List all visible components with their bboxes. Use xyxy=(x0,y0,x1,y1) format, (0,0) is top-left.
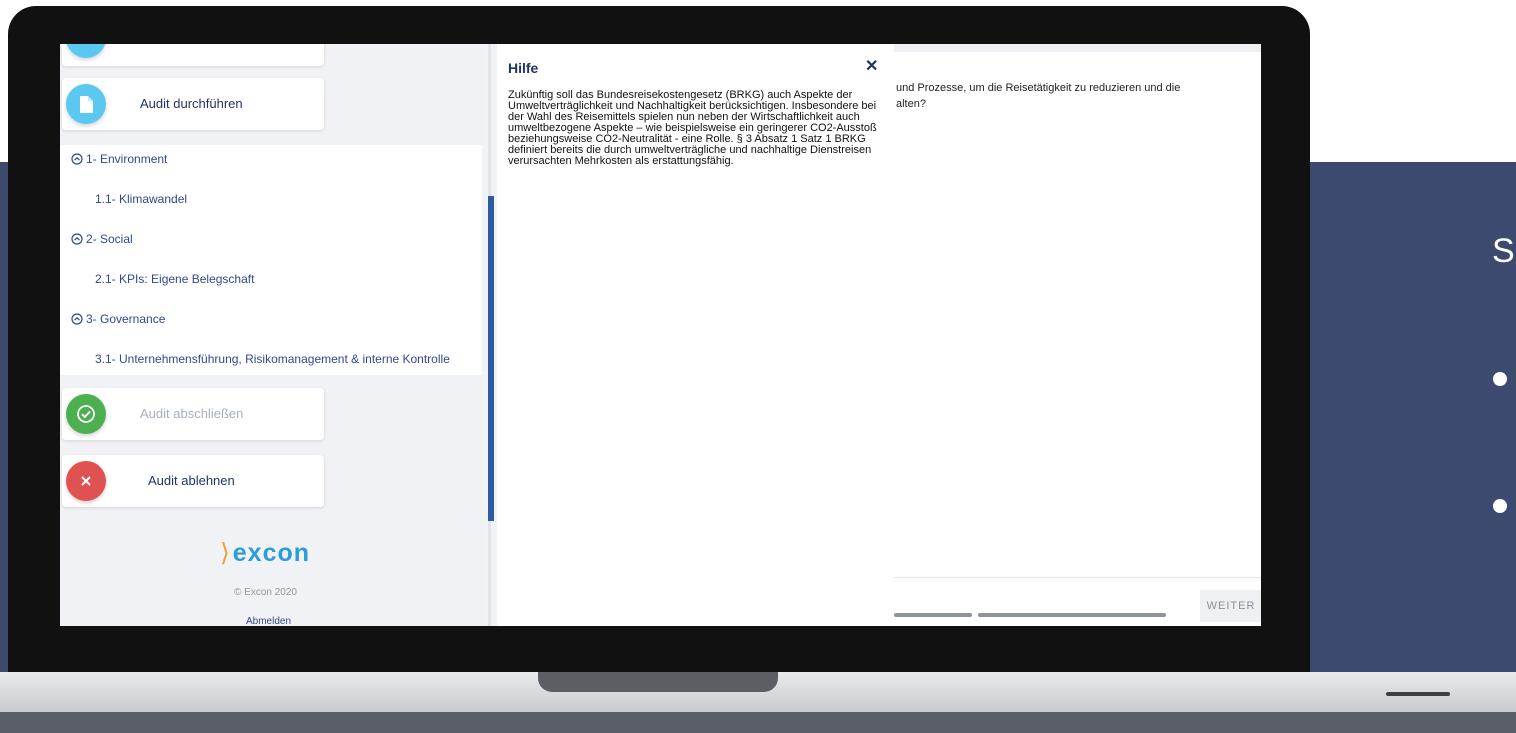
laptop-base-shadow xyxy=(0,712,1516,733)
chevron-up-icon xyxy=(71,153,83,165)
progress-segment xyxy=(978,613,1166,617)
tree-section-environment[interactable]: 1- Environment xyxy=(71,152,167,166)
help-text: Zukünftig soll das Bundesreisekostengese… xyxy=(508,89,877,167)
audit-durchfuehren-label: Audit durchführen xyxy=(140,96,243,111)
sidebar: Audit durchführen 1- Environment 1.1- Kl… xyxy=(60,44,485,626)
progress-segment xyxy=(894,613,972,617)
slide-heading-fragment: S xyxy=(1492,232,1515,270)
footer-divider xyxy=(894,577,1261,578)
copyright-text: © Excon 2020 xyxy=(234,587,297,598)
section-tree: 1- Environment 1.1- Klimawandel 2- Socia… xyxy=(60,145,482,375)
question-line: und Prozesse, um die Reisetätigkeit zu r… xyxy=(896,82,1181,94)
main-topbar xyxy=(894,44,1261,52)
tree-section-governance[interactable]: 3- Governance xyxy=(71,312,165,326)
tree-item-governance[interactable]: 3.1- Unternehmensführung, Risikomanageme… xyxy=(95,352,450,366)
audit-abschliessen-label: Audit abschließen xyxy=(140,406,244,421)
document-icon xyxy=(66,84,106,124)
laptop-screen: Audit durchführen 1- Environment 1.1- Kl… xyxy=(60,44,1261,626)
cross-icon xyxy=(66,461,106,501)
chevron-up-icon xyxy=(71,313,83,325)
audit-ablehnen-label: Audit ablehnen xyxy=(148,473,235,488)
laptop-slot xyxy=(1386,692,1450,696)
tree-section-label: 3- Governance xyxy=(86,312,166,326)
scrollbar-thumb[interactable] xyxy=(488,196,494,521)
tree-section-label: 2- Social xyxy=(86,232,133,246)
question-text: und Prozesse, um die Reisetätigkeit zu r… xyxy=(896,80,1256,112)
slide-bullet xyxy=(1493,372,1507,386)
question-line: alten? xyxy=(896,98,926,110)
tree-section-label: 1- Environment xyxy=(86,152,168,166)
slide-bullet xyxy=(1493,499,1507,513)
tree-section-social[interactable]: 2- Social xyxy=(71,232,133,246)
weiter-button[interactable]: WEITER xyxy=(1200,590,1261,622)
excon-logo: ⟩excon xyxy=(220,539,311,567)
help-panel: Hilfe ✕ Zukünftig soll das Bundesreiseko… xyxy=(497,44,894,626)
close-icon[interactable]: ✕ xyxy=(865,56,878,76)
chevron-up-icon xyxy=(71,233,83,245)
tree-item-kpis[interactable]: 2.1- KPIs: Eigene Belegschaft xyxy=(95,272,254,286)
check-icon xyxy=(66,394,106,434)
logout-link[interactable]: Abmelden xyxy=(246,616,291,626)
tree-item-klimawandel[interactable]: 1.1- Klimawandel xyxy=(95,192,187,206)
laptop-notch xyxy=(538,672,778,692)
main-content: und Prozesse, um die Reisetätigkeit zu r… xyxy=(894,44,1261,626)
help-title: Hilfe xyxy=(508,60,539,76)
